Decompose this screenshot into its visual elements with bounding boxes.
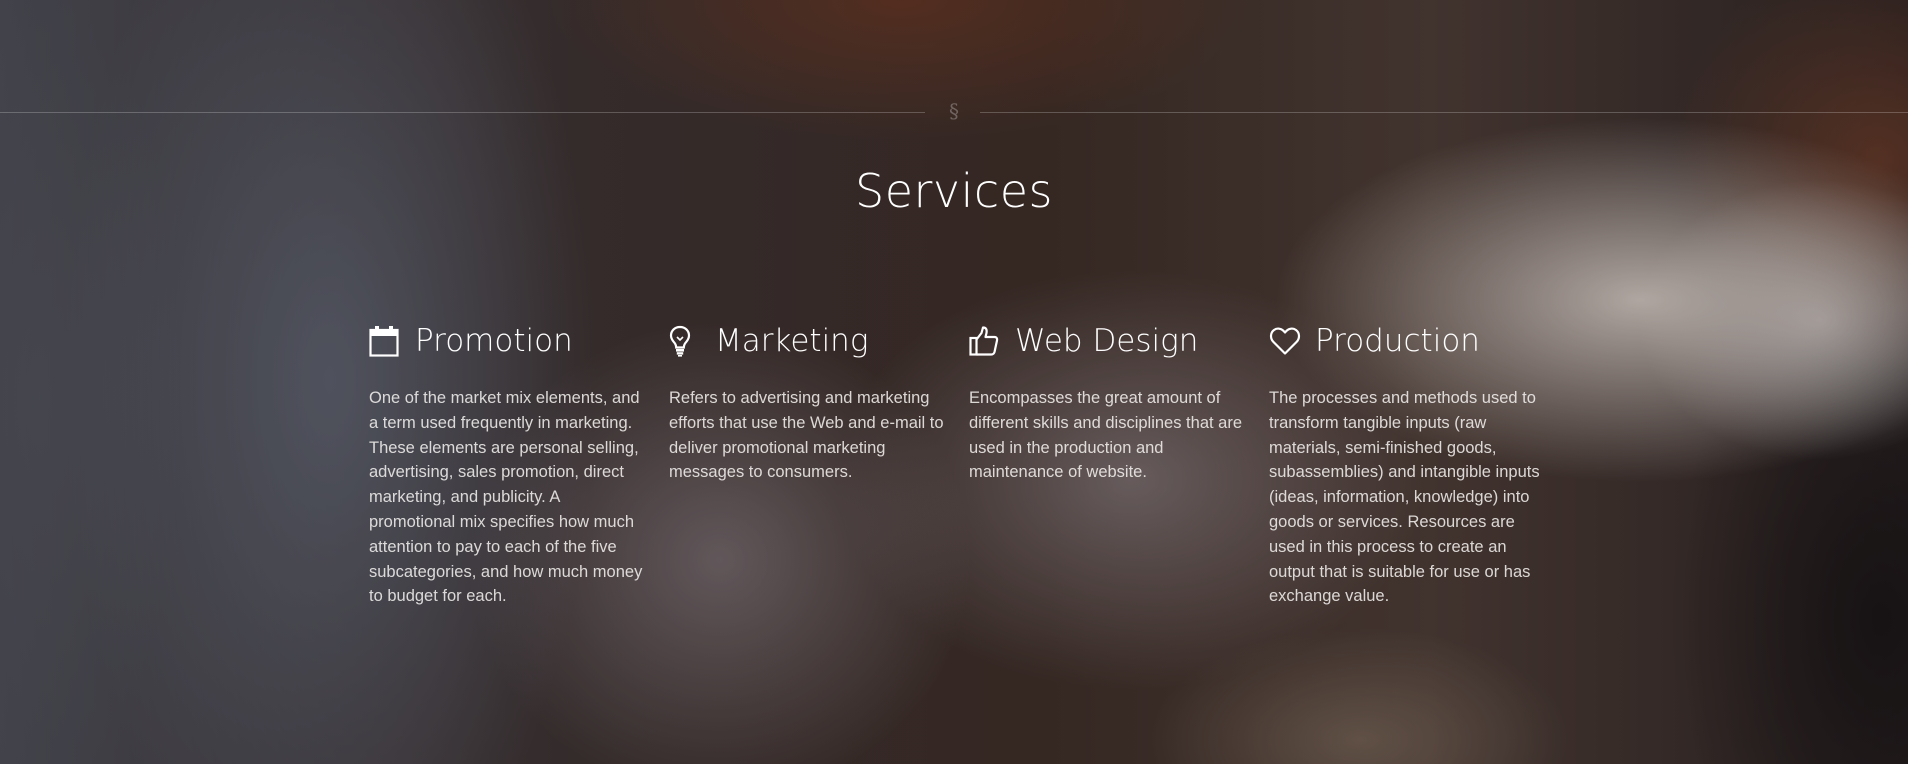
- section-divider: §: [0, 99, 1908, 123]
- services-section: § Services Promotion One of the market m…: [0, 0, 1908, 764]
- service-promotion: Promotion One of the market mix elements…: [369, 318, 644, 609]
- service-description: Refers to advertising and marketing effo…: [669, 389, 944, 482]
- service-title: Web Design: [1015, 323, 1199, 359]
- section-title: Services: [855, 164, 1053, 218]
- service-header: Production: [1269, 318, 1544, 364]
- divider-line-right: [980, 112, 1908, 113]
- service-title: Production: [1315, 323, 1480, 359]
- service-header: Marketing: [669, 318, 944, 364]
- lightbulb-icon: [669, 324, 703, 358]
- service-marketing: Marketing Refers to advertising and mark…: [669, 318, 944, 485]
- service-description: The processes and methods used to transf…: [1269, 389, 1540, 606]
- heart-icon: [1269, 324, 1303, 358]
- thumbs-up-icon: [969, 324, 1003, 358]
- calendar-icon: [369, 324, 403, 358]
- section-symbol: §: [949, 99, 959, 123]
- service-production: Production The processes and methods use…: [1269, 318, 1544, 609]
- service-web-design: Web Design Encompasses the great amount …: [969, 318, 1244, 485]
- service-description: One of the market mix elements, and a te…: [369, 389, 643, 606]
- service-description: Encompasses the great amount of differen…: [969, 389, 1243, 482]
- services-grid: Promotion One of the market mix elements…: [369, 318, 1569, 648]
- divider-line-left: [0, 112, 925, 113]
- service-title: Marketing: [715, 323, 869, 359]
- service-header: Web Design: [969, 318, 1244, 364]
- service-header: Promotion: [369, 318, 644, 364]
- service-title: Promotion: [415, 323, 573, 359]
